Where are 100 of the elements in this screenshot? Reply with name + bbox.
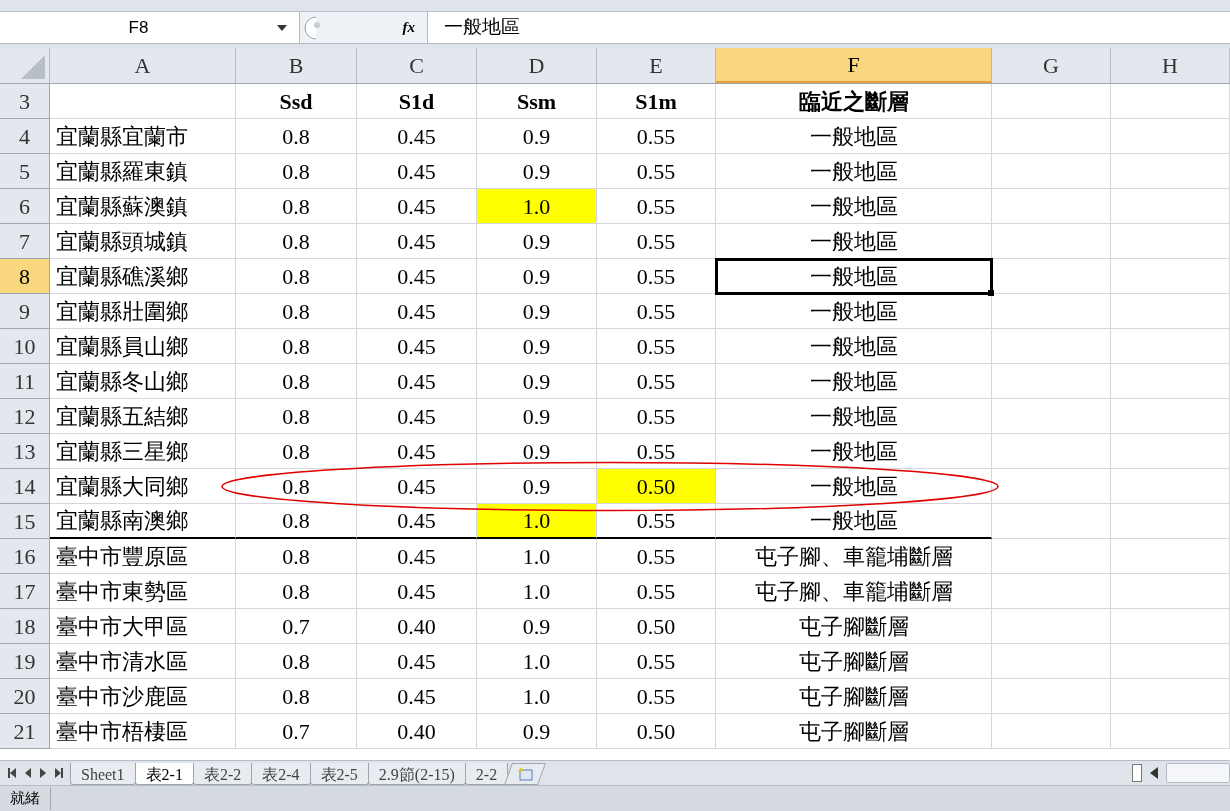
selected-cell[interactable]: 一般地區 [716,259,992,294]
row-header[interactable]: 3 [0,84,50,119]
sheet-tab[interactable]: 表2-4 [251,763,311,785]
column-header[interactable]: C [357,48,477,83]
formula-field[interactable]: 一般地區 [428,13,1230,42]
horizontal-scrollbar[interactable] [1166,763,1230,783]
table-cell: 0.9 [477,434,597,469]
table-cell: 0.7 [236,714,357,749]
insert-function-button[interactable]: fx [402,16,415,39]
table-cell: 0.8 [236,679,357,714]
table-cell: 0.45 [357,259,477,294]
row-header[interactable]: 19 [0,644,50,679]
table-cell: 0.45 [357,644,477,679]
table-cell: 0.45 [357,574,477,609]
table-cell: 0.9 [477,119,597,154]
table-cell: 1.0 [477,539,597,574]
row-header[interactable]: 21 [0,714,50,749]
sheet-tab[interactable]: 2-2 [464,763,509,785]
next-sheet-icon[interactable] [40,768,46,778]
table-cell: 0.55 [597,539,716,574]
row-header[interactable]: 15 [0,504,50,539]
row-header[interactable]: 10 [0,329,50,364]
table-cell: 0.45 [357,154,477,189]
table-cell: 0.9 [477,609,597,644]
row-header[interactable]: 9 [0,294,50,329]
column-title: S1d [357,84,477,119]
table-cell: 0.8 [236,504,357,539]
sheet-tab[interactable]: 表2-2 [192,763,253,785]
row-header[interactable]: 11 [0,364,50,399]
scroll-left-icon[interactable] [1150,767,1158,779]
table-cell: 0.45 [357,539,477,574]
table-cell: 0.55 [597,329,716,364]
row-header[interactable]: 16 [0,539,50,574]
sheet-tab[interactable]: 表2-1 [134,763,194,785]
sheet-tab[interactable]: 表2-5 [309,763,369,785]
table-cell: 0.40 [357,714,477,749]
row-header[interactable]: 6 [0,189,50,224]
column-header[interactable]: B [236,48,357,83]
table-cell: 0.55 [597,679,716,714]
sheet-tab[interactable]: Sheet1 [70,763,136,785]
table-cell: 宜蘭縣壯圍鄉 [50,294,236,329]
table-cell: 一般地區 [716,364,992,399]
table-cell: 0.9 [477,714,597,749]
table-cell: 0.55 [597,644,716,679]
table-cell: 一般地區 [716,224,992,259]
table-cell: 0.8 [236,294,357,329]
table-cell: 屯子腳斷層 [716,679,992,714]
row-header[interactable]: 4 [0,119,50,154]
fill-handle[interactable] [988,290,994,296]
column-title: Ssd [236,84,357,119]
sheet-tab[interactable]: 2.9節(2-15) [367,763,466,785]
row-header[interactable]: 13 [0,434,50,469]
table-cell: 0.9 [477,399,597,434]
table-cell: 屯子腳、車籠埔斷層 [716,539,992,574]
row-header[interactable]: 14 [0,469,50,504]
first-sheet-icon[interactable] [8,768,16,778]
previous-sheet-icon[interactable] [25,768,31,778]
table-cell: 一般地區 [716,504,992,539]
tab-split-handle[interactable] [1132,764,1142,782]
table-cell: 一般地區 [716,329,992,364]
table-cell: 1.0 [477,679,597,714]
table-cell: 0.8 [236,364,357,399]
column-header[interactable]: G [992,48,1111,83]
table-cell: 一般地區 [716,294,992,329]
row-header[interactable]: 8 [0,259,50,294]
table-cell: 0.8 [236,224,357,259]
table-cell: 臺中市東勢區 [50,574,236,609]
table-cell: 宜蘭縣蘇澳鎮 [50,189,236,224]
row-header[interactable]: 7 [0,224,50,259]
row-header[interactable]: 5 [0,154,50,189]
column-header[interactable]: D [477,48,597,83]
row-header[interactable]: 12 [0,399,50,434]
table-cell: 臺中市沙鹿區 [50,679,236,714]
table-cell: 0.8 [236,469,357,504]
column-header[interactable]: F [716,48,992,83]
table-cell: 0.45 [357,364,477,399]
table-cell: 宜蘭縣員山鄉 [50,329,236,364]
table-cell: 0.9 [477,294,597,329]
table-cell: 1.0 [477,574,597,609]
last-sheet-icon[interactable] [55,768,63,778]
table-cell: 0.9 [477,329,597,364]
table-cell: 宜蘭縣大同鄉 [50,469,236,504]
table-cell: 0.55 [597,294,716,329]
table-cell: 宜蘭縣冬山鄉 [50,364,236,399]
column-header[interactable]: A [50,48,236,83]
table-cell: 一般地區 [716,154,992,189]
row-header[interactable]: 20 [0,679,50,714]
table-cell: 臺中市清水區 [50,644,236,679]
status-text: 就緒 [0,787,51,810]
table-cell: 0.55 [597,259,716,294]
row-header[interactable]: 17 [0,574,50,609]
table-cell: 0.45 [357,679,477,714]
column-header[interactable]: H [1111,48,1230,83]
dropdown-caret-icon[interactable] [277,24,287,31]
table-cell: 0.45 [357,469,477,504]
table-cell: 0.9 [477,259,597,294]
table-cell: 一般地區 [716,119,992,154]
row-header[interactable]: 18 [0,609,50,644]
table-cell: 一般地區 [716,434,992,469]
table-cell: 0.55 [597,224,716,259]
